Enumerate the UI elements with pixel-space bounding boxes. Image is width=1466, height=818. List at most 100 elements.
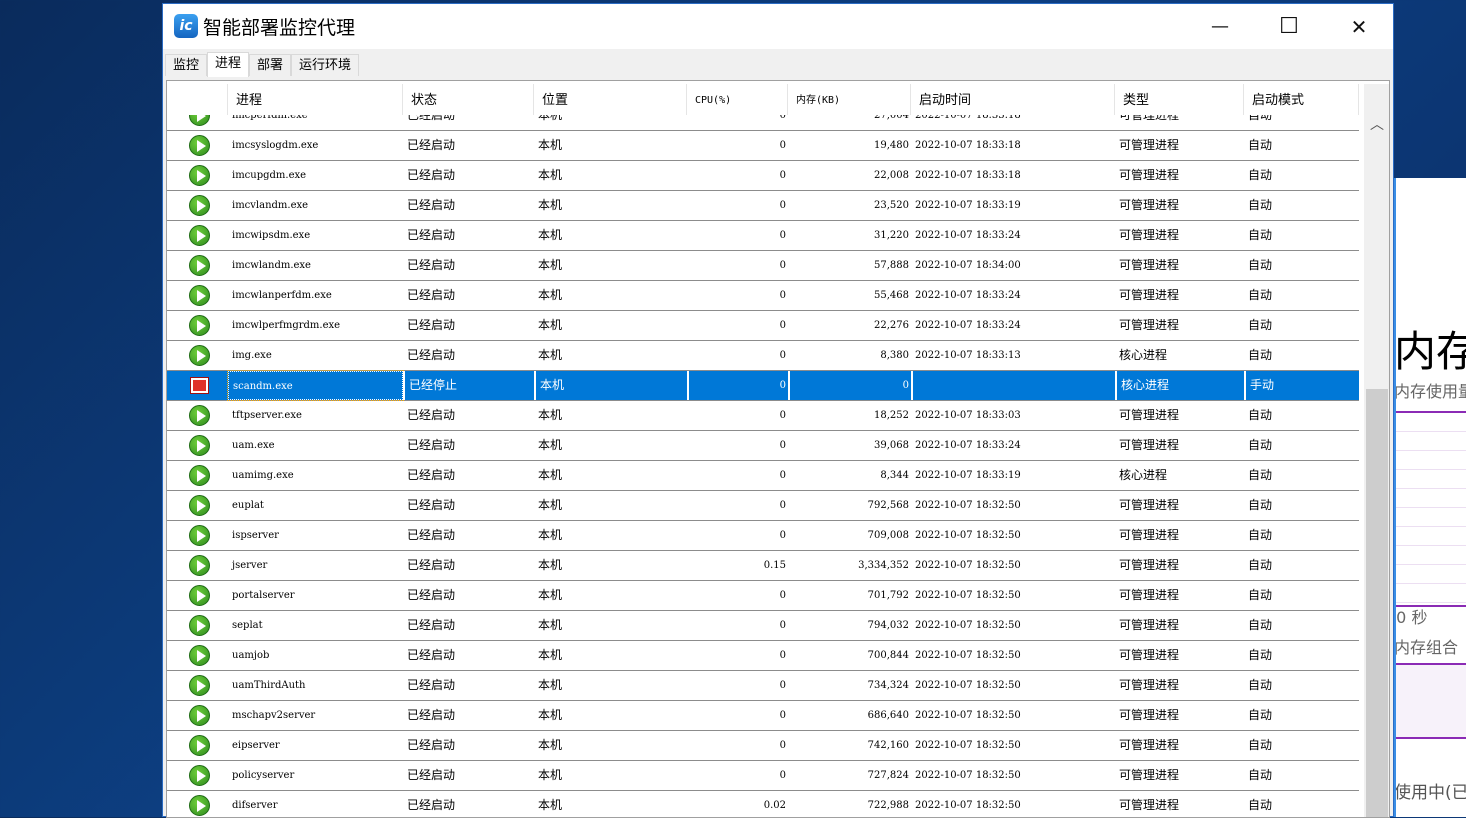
cell-start-time: 2022-10-07 18:33:24 [915, 290, 1021, 301]
tab-0[interactable]: 监控 [165, 54, 208, 76]
table-row[interactable]: imcwlperfmgrdm.exe 已经启动 本机 0 22,276 2022-10-0… [167, 311, 1359, 341]
table-header: 进程 状态 位置 CPU(%) 内存(KB) 启动时间 类型 启动模式 [167, 84, 1359, 115]
close-button[interactable]: ✕ [1324, 4, 1394, 49]
table-row[interactable]: scandm.exe 已经停止 本机 0 0 核心进程 手动 [167, 370, 1359, 401]
table-row[interactable]: euplat 已经启动 本机 0 792,568 2022-10-07 18:32:50 可… [167, 491, 1359, 521]
scroll-up-icon[interactable]: ︿ [1364, 114, 1389, 138]
table-row[interactable]: imcwipsdm.exe 已经启动 本机 0 31,220 2022-10-07 18:… [167, 221, 1359, 251]
cell-start-mode: 自动 [1248, 115, 1273, 122]
cell-location: 本机 [538, 348, 563, 362]
cell-process: euplat [232, 500, 264, 511]
column-header-4[interactable]: CPU(%) [687, 84, 788, 115]
table-row[interactable]: eipserver 已经启动 本机 0 742,160 2022-10-07 18:32:… [167, 731, 1359, 761]
running-icon [189, 585, 210, 606]
table-row[interactable]: img.exe 已经启动 本机 0 8,380 2022-10-07 18:33:13 核心… [167, 341, 1359, 371]
cell-cpu: 0 [779, 350, 786, 361]
table-row[interactable]: imcwlanperfdm.exe 已经启动 本机 0 55,468 2022-10-07… [167, 281, 1359, 311]
cell-type: 可管理进程 [1119, 288, 1180, 302]
memory-combo-chart [1396, 663, 1466, 739]
app-window: ic 智能部署监控代理 — ☐ ✕ 监控 进程 部署 运行环境 进程 状态 位置 CPU(%… [162, 3, 1394, 818]
scrollbar-thumb[interactable] [1366, 389, 1388, 817]
table-row[interactable]: difserver 已经启动 本机 0.02 722,988 2022-10-07 18:… [167, 791, 1359, 817]
table-row[interactable]: imcupgdm.exe 已经启动 本机 0 22,008 2022-10-07 18:3… [167, 161, 1359, 191]
tab-3[interactable]: 运行环境 [291, 54, 360, 76]
cell-type: 可管理进程 [1119, 618, 1180, 632]
column-header-2[interactable]: 状态 [403, 84, 534, 115]
cell-start-time: 2022-10-07 18:33:24 [915, 440, 1021, 451]
table-row[interactable]: uamjob 已经启动 本机 0 700,844 2022-10-07 18:32:50 可… [167, 641, 1359, 671]
running-icon [189, 705, 210, 726]
cell-start-time: 2022-10-07 18:33:03 [915, 410, 1021, 421]
table-row[interactable]: imcwlandm.exe 已经启动 本机 0 57,888 2022-10-07 18:… [167, 251, 1359, 281]
table-row[interactable]: imcvlandm.exe 已经启动 本机 0 23,520 2022-10-07 18:… [167, 191, 1359, 221]
status-icon-cell [167, 431, 228, 460]
running-icon [189, 645, 210, 666]
table-row[interactable]: seplat 已经启动 本机 0 794,032 2022-10-07 18:32:50 可… [167, 611, 1359, 641]
status-icon-cell [167, 191, 228, 220]
cell-status: 已经启动 [407, 678, 456, 692]
table-row[interactable]: uamThirdAuth 已经启动 本机 0 734,324 2022-10-07 18:… [167, 671, 1359, 701]
cell-location: 本机 [538, 618, 563, 632]
table-row[interactable]: ispserver 已经启动 本机 0 709,008 2022-10-07 18:32:… [167, 521, 1359, 551]
cell-status: 已经启动 [407, 168, 456, 182]
cell-type: 可管理进程 [1119, 708, 1180, 722]
table-row[interactable]: mschapv2server 已经启动 本机 0 686,640 2022-10-07 1… [167, 701, 1359, 731]
tab-1[interactable]: 进程 [207, 52, 250, 77]
cell-start-mode: 自动 [1248, 318, 1273, 332]
tab-2[interactable]: 部署 [249, 54, 292, 76]
status-icon-cell [167, 281, 228, 310]
cell-process: uam.exe [232, 440, 275, 451]
cell-cpu: 0 [779, 470, 786, 481]
column-header-6[interactable]: 启动时间 [911, 84, 1115, 115]
cell-status: 已经启动 [407, 468, 456, 482]
cell-type: 可管理进程 [1119, 198, 1180, 212]
cell-cpu: 0 [779, 530, 786, 541]
running-icon [189, 795, 210, 816]
vertical-scrollbar[interactable]: ︿ [1364, 84, 1389, 817]
cell-status: 已经启动 [407, 115, 456, 122]
cell-status: 已经启动 [407, 528, 456, 542]
cell-cpu: 0.15 [763, 560, 786, 571]
running-icon [189, 495, 210, 516]
cell-location: 本机 [538, 558, 563, 572]
table-row[interactable]: portalserver 已经启动 本机 0 701,792 2022-10-07 18:… [167, 581, 1359, 611]
table-row[interactable]: jserver 已经启动 本机 0.15 3,334,352 2022-10-07 18:… [167, 551, 1359, 581]
cell-type: 可管理进程 [1119, 168, 1180, 182]
column-header-5[interactable]: 内存(KB) [788, 84, 911, 115]
cell-memory: 686,640 [867, 710, 909, 721]
cell-cpu: 0 [779, 115, 786, 121]
column-header-1[interactable]: 进程 [228, 84, 403, 115]
table-row[interactable]: tftpserver.exe 已经启动 本机 0 18,252 2022-10-07 18… [167, 401, 1359, 431]
minimize-button[interactable]: — [1185, 4, 1255, 49]
table-row[interactable]: uamimg.exe 已经启动 本机 0 8,344 2022-10-07 18:33:1… [167, 461, 1359, 491]
cell-status: 已经启动 [407, 798, 456, 812]
table-row[interactable]: imcperfdm.exe 已经启动 本机 0 27,004 2022-10-07 18:… [167, 115, 1359, 131]
cell-location: 本机 [538, 708, 563, 722]
table-row[interactable]: imcsyslogdm.exe 已经启动 本机 0 19,480 2022-10-07 1… [167, 131, 1359, 161]
running-icon [189, 615, 210, 636]
maximize-button[interactable]: ☐ [1254, 4, 1324, 49]
column-header-8[interactable]: 启动模式 [1244, 84, 1359, 115]
cell-start-mode: 自动 [1248, 558, 1273, 572]
column-header-3[interactable]: 位置 [534, 84, 687, 115]
cell-memory: 18,252 [874, 410, 909, 421]
cell-start-mode: 自动 [1248, 408, 1273, 422]
cell-process: img.exe [232, 350, 272, 361]
column-header-7[interactable]: 类型 [1115, 84, 1244, 115]
cell-cpu: 0 [779, 620, 786, 631]
cell-status: 已经启动 [407, 348, 456, 362]
cell-start-time: 2022-10-07 18:34:00 [915, 260, 1021, 271]
cell-type: 可管理进程 [1119, 258, 1180, 272]
cell-start-mode: 自动 [1248, 228, 1273, 242]
column-header-0[interactable] [167, 84, 228, 115]
table-row[interactable]: uam.exe 已经启动 本机 0 39,068 2022-10-07 18:33:24 可… [167, 431, 1359, 461]
cell-process: policyserver [232, 770, 295, 781]
cell-process: ispserver [232, 530, 279, 541]
cell-process: imcwipsdm.exe [232, 230, 311, 241]
cell-status: 已经启动 [407, 558, 456, 572]
cell-memory: 0 [788, 371, 911, 400]
cell-process: jserver [232, 560, 268, 571]
running-icon [189, 135, 210, 156]
table-row[interactable]: policyserver 已经启动 本机 0 727,824 2022-10-07 18:… [167, 761, 1359, 791]
title-bar[interactable]: ic 智能部署监控代理 — ☐ ✕ [163, 4, 1393, 49]
